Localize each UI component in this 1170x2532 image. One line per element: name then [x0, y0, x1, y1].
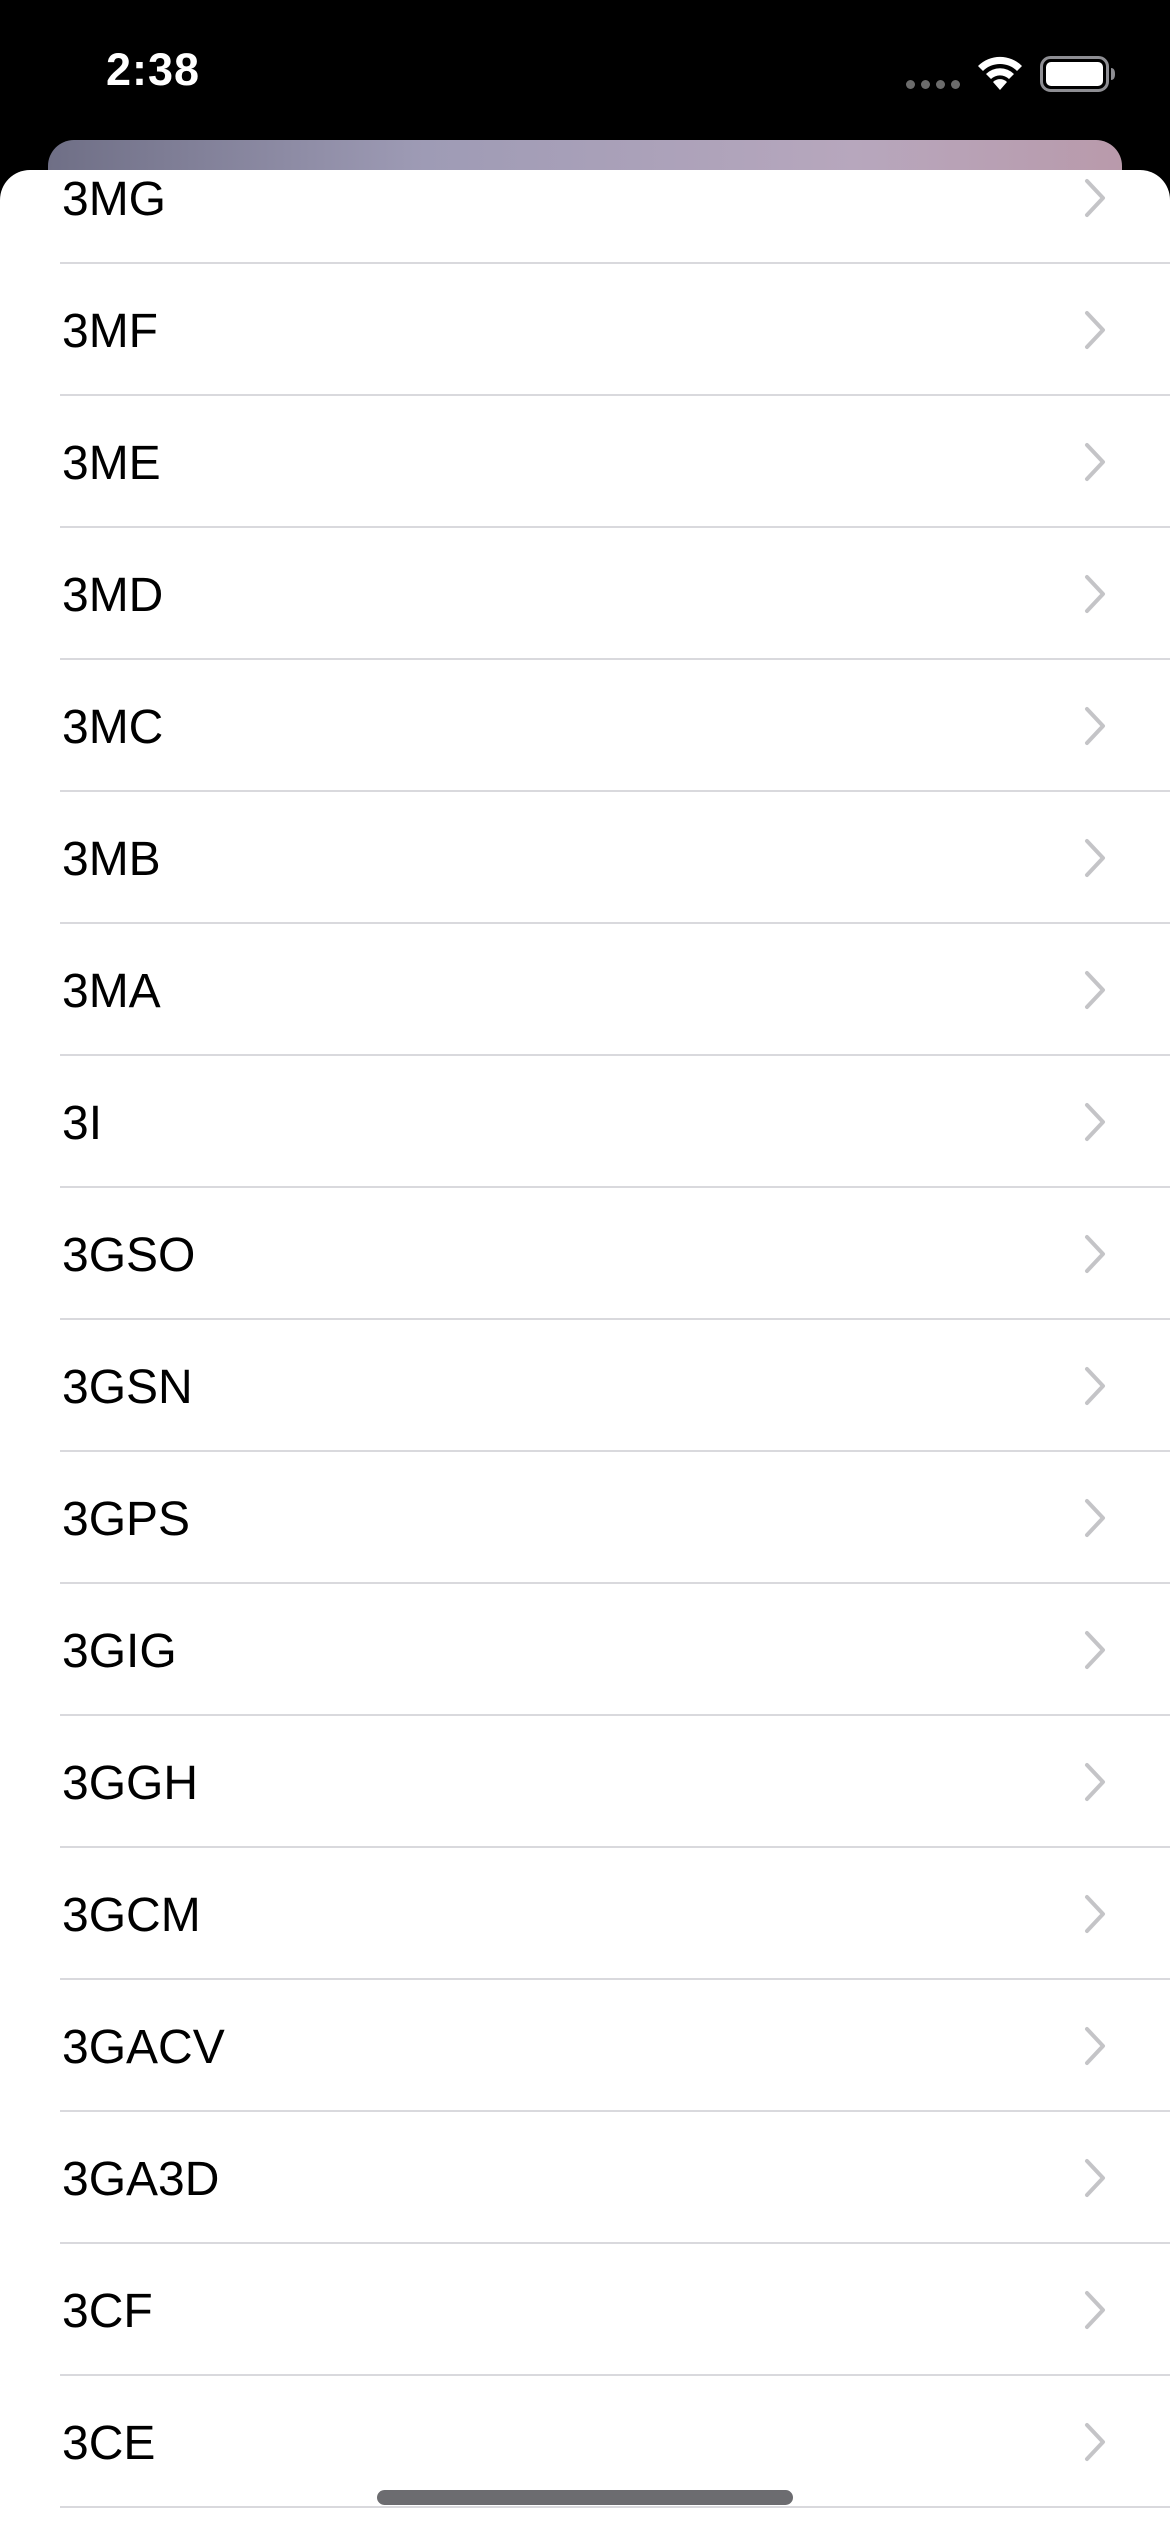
list-item-label: 3CF [62, 2285, 153, 2338]
list-item-label: 3MA [62, 965, 161, 1018]
list-item-label: 3GA3D [62, 2153, 220, 2206]
chevron-right-icon [1085, 1235, 1105, 1273]
list-item[interactable]: 3MF [0, 264, 1170, 396]
list-item-label: 3GSO [62, 1229, 196, 1282]
list-item-label: 3MG [62, 173, 167, 226]
modal-sheet[interactable]: 3MG 3MF 3ME 3MD 3MC 3MB 3MA 3I 3GSO 3GSN 3GPS 3GIG 3… [0, 170, 1170, 2532]
chevron-right-icon [1085, 1895, 1105, 1933]
list-item-label: 3GSN [62, 1361, 193, 1414]
list-item[interactable]: 3GCM [0, 1848, 1170, 1980]
list-item[interactable]: 3MD [0, 528, 1170, 660]
list-item[interactable]: 3GA3D [0, 2112, 1170, 2244]
list-item[interactable]: 3CE [0, 2376, 1170, 2508]
chevron-right-icon [1085, 1103, 1105, 1141]
chevron-right-icon [1085, 443, 1105, 481]
list-item[interactable]: 3MC [0, 660, 1170, 792]
chevron-right-icon [1085, 311, 1105, 349]
status-time: 2:38 [106, 44, 201, 95]
list-item-label: 3MB [62, 833, 161, 886]
chevron-right-icon [1085, 839, 1105, 877]
chevron-right-icon [1085, 971, 1105, 1009]
chevron-right-icon [1085, 2291, 1105, 2329]
list-item[interactable]: 3ME [0, 396, 1170, 528]
chevron-right-icon [1085, 179, 1105, 217]
list-item[interactable]: 3GSN [0, 1320, 1170, 1452]
list-item-label: 3GCM [62, 1889, 201, 1942]
list-item[interactable]: 3GPS [0, 1452, 1170, 1584]
list-item[interactable]: 3MA [0, 924, 1170, 1056]
list-item-label: 3GIG [62, 1625, 177, 1678]
home-indicator[interactable] [377, 2490, 793, 2505]
list-item[interactable]: 3GACV [0, 1980, 1170, 2112]
list-item[interactable]: 3I [0, 1056, 1170, 1188]
list-item-label: 3MD [62, 569, 164, 622]
chevron-right-icon [1085, 575, 1105, 613]
list-item-label: 3GGH [62, 1757, 199, 1810]
chevron-right-icon [1085, 707, 1105, 745]
status-bar: 2:38 [0, 0, 1170, 140]
list-item-label: 3GPS [62, 1493, 191, 1546]
battery-icon [1040, 56, 1115, 92]
list-item[interactable]: 3GIG [0, 1584, 1170, 1716]
list-item-label: 3I [62, 1097, 103, 1150]
chevron-right-icon [1085, 2027, 1105, 2065]
list-item-label: 3MF [62, 305, 158, 358]
app-screen: 2:38 3MG 3MF 3ME 3MD 3MC 3MB 3MA 3I 3GSO 3GSN 3GPS… [0, 0, 1170, 2532]
list-item[interactable]: 3GGH [0, 1716, 1170, 1848]
chevron-right-icon [1085, 1631, 1105, 1669]
list-item-label: 3ME [62, 437, 161, 490]
chevron-right-icon [1085, 1367, 1105, 1405]
wifi-icon [978, 56, 1022, 90]
list-item-label: 3GACV [62, 2021, 225, 2074]
list-item[interactable]: 3MG [0, 170, 1170, 264]
chevron-right-icon [1085, 2159, 1105, 2197]
chevron-right-icon [1085, 1499, 1105, 1537]
cellular-signal-icon [906, 80, 960, 89]
list-item[interactable]: 3CF [0, 2244, 1170, 2376]
list-item[interactable]: 3GSO [0, 1188, 1170, 1320]
list-item[interactable]: 3MB [0, 792, 1170, 924]
chevron-right-icon [1085, 2423, 1105, 2461]
item-list: 3MG 3MF 3ME 3MD 3MC 3MB 3MA 3I 3GSO 3GSN 3GPS 3GIG 3… [0, 170, 1170, 2508]
list-item-label: 3MC [62, 701, 164, 754]
chevron-right-icon [1085, 1763, 1105, 1801]
list-item-label: 3CE [62, 2417, 156, 2470]
